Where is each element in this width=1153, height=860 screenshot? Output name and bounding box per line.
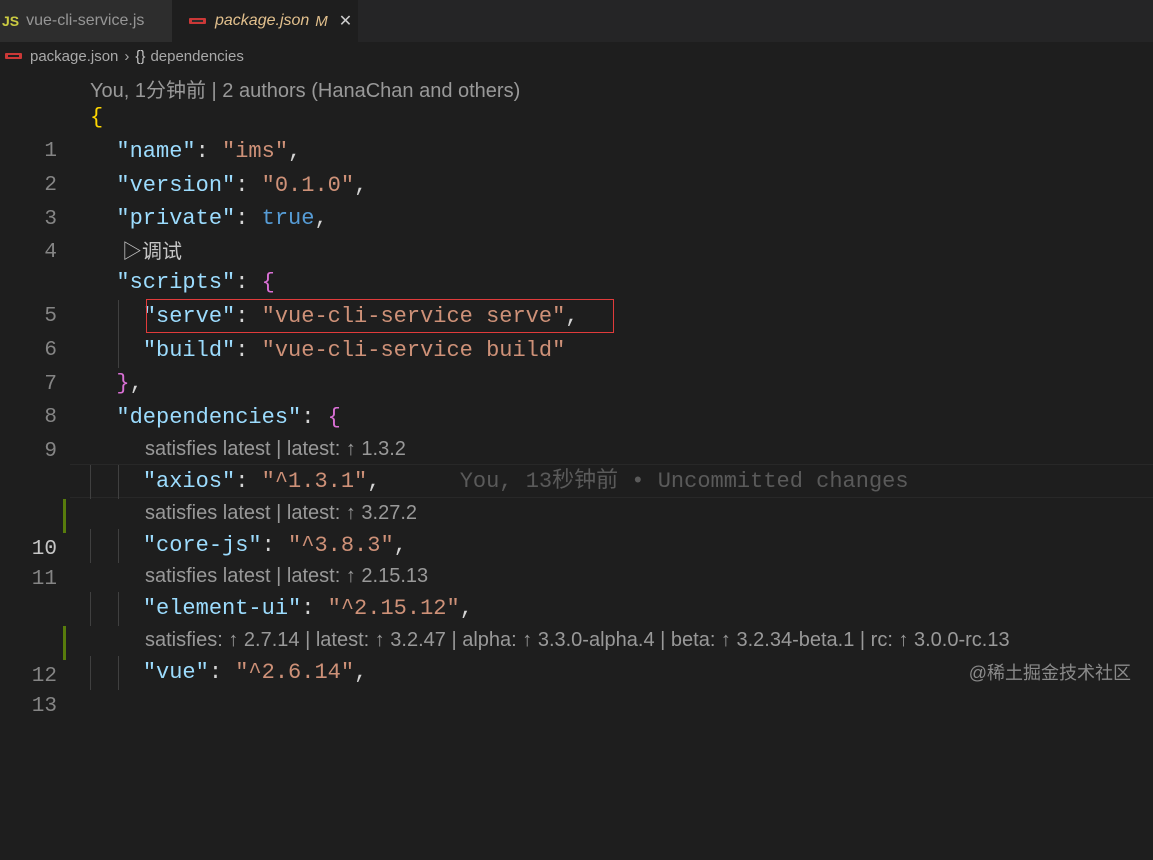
- code-line: 3 "version": "0.1.0",: [0, 169, 1153, 231]
- npm-file-icon: [5, 53, 22, 59]
- json-value: true: [261, 206, 315, 231]
- javascript-file-icon: JS: [2, 13, 20, 29]
- code-line: 9 "dependencies": {: [0, 401, 1153, 463]
- line-number: 9: [44, 440, 57, 463]
- object-symbol-icon: {}: [135, 47, 146, 65]
- breadcrumb-symbol[interactable]: dependencies: [150, 48, 243, 65]
- npm-file-icon: [189, 18, 206, 24]
- json-key: "name": [116, 139, 196, 164]
- breadcrumb: package.json › {} dependencies: [0, 42, 1153, 70]
- tab-label: vue-cli-service.js: [26, 12, 145, 29]
- watermark: @稀土掘金技术社区: [968, 663, 1131, 683]
- version-codelens[interactable]: satisfies latest | latest: ↑ 3.27.2: [145, 502, 1153, 525]
- code-line: 5 "scripts": {: [0, 266, 1153, 328]
- code-line: 10 "axios": "^1.3.1", You, 13秒钟前 • Uncom…: [0, 465, 1153, 561]
- code-line: 4 "private": true,: [0, 202, 1153, 264]
- code-line: 12 "element-ui": "^2.15.12",: [0, 592, 1153, 688]
- json-key: "scripts": [116, 270, 236, 295]
- json-key: "element-ui": [142, 596, 302, 621]
- code-line: 1 {: [0, 101, 1153, 163]
- annotation-highlight-box: [146, 299, 614, 333]
- code-line: 8 },: [0, 367, 1153, 429]
- tab-bar: JS vue-cli-service.js package.json M ✕: [0, 0, 1153, 42]
- json-value: "vue-cli-service build": [261, 338, 566, 363]
- json-key: "version": [116, 173, 236, 198]
- debug-codelens[interactable]: ▷调试: [122, 235, 182, 264]
- json-key: "dependencies": [116, 405, 302, 430]
- json-key: "private": [116, 206, 236, 231]
- tab-label: package.json: [215, 12, 310, 29]
- version-codelens[interactable]: satisfies latest | latest: ↑ 1.3.2: [145, 438, 1153, 461]
- version-codelens[interactable]: satisfies latest | latest: ↑ 2.15.13: [145, 565, 1153, 588]
- json-value: "^2.6.14": [235, 660, 355, 685]
- json-value: "0.1.0": [261, 173, 355, 198]
- breadcrumb-file[interactable]: package.json: [30, 48, 118, 65]
- json-value: "^1.3.1": [261, 469, 368, 494]
- play-icon: ▷: [122, 241, 142, 263]
- code-line: 2 "name": "ims",: [0, 135, 1153, 197]
- json-value: "^3.8.3": [288, 533, 394, 558]
- json-key: "vue": [142, 660, 209, 685]
- json-key: "axios": [142, 469, 236, 494]
- json-value: "ims": [222, 139, 289, 164]
- code-line: 7 "build": "vue-cli-service build": [0, 334, 1153, 396]
- json-key: "build": [142, 338, 236, 363]
- git-modified-marker: [63, 499, 66, 533]
- modified-badge: M: [315, 12, 328, 30]
- version-codelens[interactable]: satisfies: ↑ 2.7.14 | latest: ↑ 3.2.47 |…: [145, 629, 1153, 652]
- inline-blame: You, 13秒钟前 • Uncommitted changes: [459, 469, 909, 494]
- line-number: 4: [44, 241, 57, 264]
- blame-codelens[interactable]: You, 1分钟前 | 2 authors (HanaChan and othe…: [90, 74, 1153, 103]
- tab-package-json[interactable]: package.json M ✕: [172, 0, 358, 42]
- json-key: "core-js": [142, 533, 262, 558]
- code-line: 11 "core-js": "^3.8.3",: [0, 529, 1153, 591]
- close-icon[interactable]: ✕: [339, 11, 352, 31]
- tab-vue-cli-service[interactable]: JS vue-cli-service.js: [0, 0, 172, 42]
- git-modified-marker: [63, 626, 66, 660]
- debug-label: 调试: [142, 241, 182, 263]
- brace: {: [90, 105, 104, 130]
- line-number: 13: [31, 695, 57, 718]
- json-value: "^2.15.12": [327, 596, 460, 621]
- chevron-right-icon: ›: [124, 47, 130, 65]
